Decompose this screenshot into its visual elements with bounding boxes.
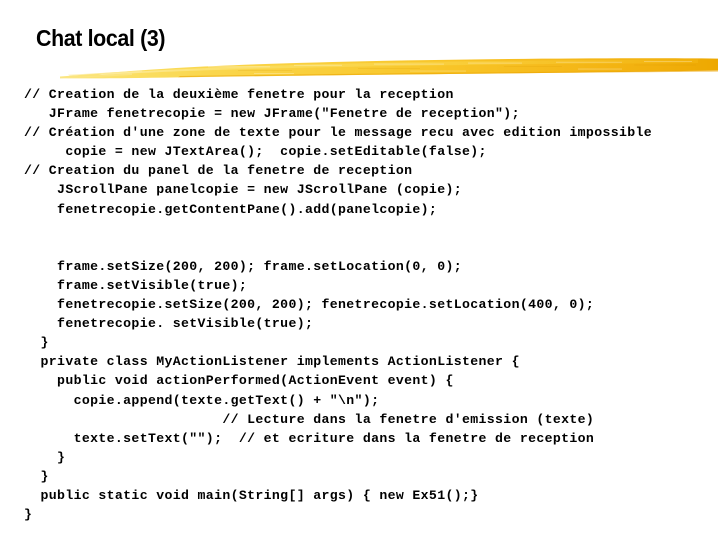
slide: Chat local (3) // Creation de la deuxièm… [0, 0, 720, 540]
code-line: fenetrecopie.getContentPane().add(panelc… [24, 201, 438, 217]
code-line: public static void main(String[] args) {… [24, 487, 479, 503]
yellow-brush-stroke-underline-icon [58, 50, 720, 84]
code-line: copie = new JTextArea(); copie.setEditab… [24, 144, 487, 160]
code-line: fenetrecopie.setSize(200, 200); fenetrec… [24, 297, 595, 313]
code-line: frame.setSize(200, 200); frame.setLocati… [24, 258, 462, 274]
code-line: copie.append(texte.getText() + "\n"); [24, 392, 380, 408]
code-line: texte.setText(""); // et ecriture dans l… [24, 430, 595, 446]
code-line: } [24, 335, 49, 351]
code-listing: // Creation de la deuxième fenetre pour … [0, 85, 720, 524]
page-title: Chat local (3) [36, 25, 166, 51]
code-line: } [24, 468, 49, 484]
code-line: // Création d'une zone de texte pour le … [24, 125, 653, 141]
code-line: // Creation du panel de la fenetre de re… [24, 163, 413, 179]
code-line: JScrollPane panelcopie = new JScrollPane… [24, 182, 462, 198]
code-line: fenetrecopie. setVisible(true); [24, 316, 314, 332]
code-line: public void actionPerformed(ActionEvent … [24, 373, 454, 389]
code-line: // Lecture dans la fenetre d'emission (t… [24, 411, 595, 427]
code-line: // Creation de la deuxième fenetre pour … [24, 87, 454, 102]
slide-title-block: Chat local (3) [0, 0, 720, 85]
code-line: } [24, 507, 33, 523]
code-line: } [24, 449, 66, 465]
code-line: private class MyActionListener implement… [24, 354, 520, 370]
code-line: frame.setVisible(true); [24, 277, 248, 293]
code-line: JFrame fenetrecopie = new JFrame("Fenetr… [24, 106, 520, 122]
